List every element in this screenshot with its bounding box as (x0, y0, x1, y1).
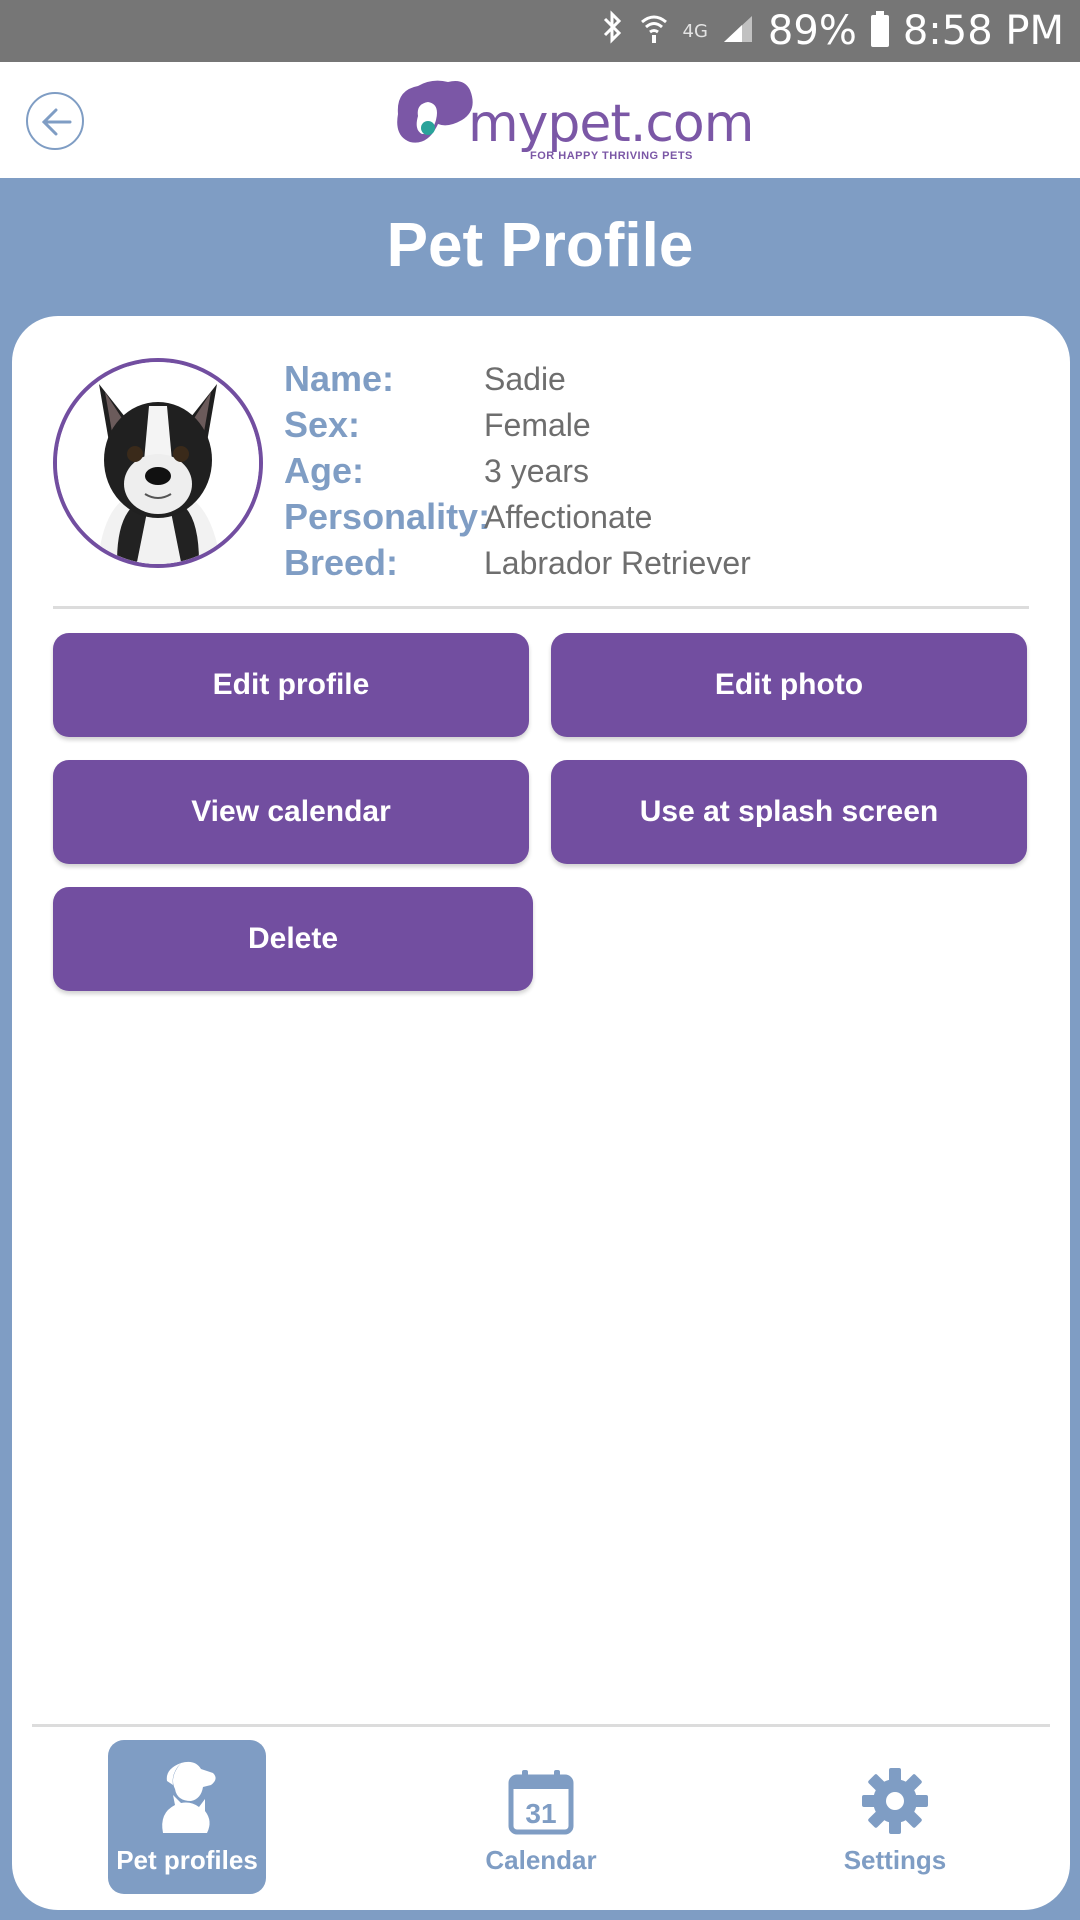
name-label: Name: (284, 358, 395, 399)
name-value: Sadie (484, 360, 566, 397)
pet-info: Name: Sadie Sex: Female Age: 3 years Per… (284, 356, 751, 586)
arrow-left-icon (41, 108, 72, 136)
nav-label-calendar: Calendar (485, 1845, 597, 1875)
dog-photo (57, 362, 259, 564)
calendar-day-number: 31 (525, 1798, 556, 1829)
wifi-icon (639, 8, 669, 54)
personality-value: Affectionate (484, 498, 653, 535)
logo-tagline: FOR HAPPY THRIVING PETS (530, 150, 693, 162)
profile-card: Name: Sadie Sex: Female Age: 3 years Per… (12, 316, 1070, 1910)
calendar-icon: 31 (508, 1770, 574, 1835)
sex-label: Sex: (284, 404, 361, 445)
status-bar: 4G 89% 8:58 PM (0, 0, 1080, 62)
view-calendar-button[interactable]: View calendar (53, 760, 529, 864)
app-logo: mypet.com FOR HAPPY THRIVING PETS (388, 76, 754, 166)
app-header: mypet.com FOR HAPPY THRIVING PETS (0, 62, 1080, 178)
bluetooth-icon (601, 8, 625, 54)
profile-divider (53, 606, 1029, 609)
nav-label-settings: Settings (843, 1845, 947, 1875)
age-label: Age: (284, 450, 364, 491)
network-type-label: 4G (682, 20, 708, 42)
signal-icon (722, 8, 754, 54)
nav-calendar[interactable]: 31 Calendar (462, 1740, 620, 1894)
battery-icon (870, 11, 889, 47)
logo-text: mypet.com (468, 94, 754, 154)
pet-logo-icon (397, 80, 473, 143)
bottom-nav-divider (32, 1724, 1050, 1727)
use-splash-button[interactable]: Use at splash screen (551, 760, 1027, 864)
page-title: Pet Profile (386, 211, 694, 280)
info-row-name: Name: Sadie (284, 356, 751, 402)
breed-value: Labrador Retriever (484, 544, 751, 581)
nav-pet-profiles[interactable]: Pet profiles (108, 1740, 266, 1894)
nav-label-pet-profiles: Pet profiles (116, 1845, 258, 1875)
pet-avatar (53, 358, 263, 568)
status-icons: 4G 89% 8:58 PM (601, 0, 1064, 62)
battery-percent: 89% (767, 8, 857, 54)
info-row-breed: Breed: Labrador Retriever (284, 540, 751, 586)
pets-icon (162, 1761, 216, 1833)
edit-profile-button[interactable]: Edit profile (53, 633, 529, 737)
info-row-age: Age: 3 years (284, 448, 751, 494)
sex-value: Female (484, 406, 591, 443)
back-button[interactable] (26, 92, 84, 150)
nav-settings[interactable]: Settings (816, 1740, 974, 1894)
clock-time: 8:58 PM (902, 8, 1064, 54)
info-row-sex: Sex: Female (284, 402, 751, 448)
age-value: 3 years (484, 452, 589, 489)
personality-label: Personality: (284, 496, 491, 537)
edit-photo-button[interactable]: Edit photo (551, 633, 1027, 737)
gear-icon (862, 1768, 928, 1834)
info-row-personality: Personality: Affectionate (284, 494, 751, 540)
delete-button[interactable]: Delete (53, 887, 533, 991)
breed-label: Breed: (284, 542, 399, 583)
